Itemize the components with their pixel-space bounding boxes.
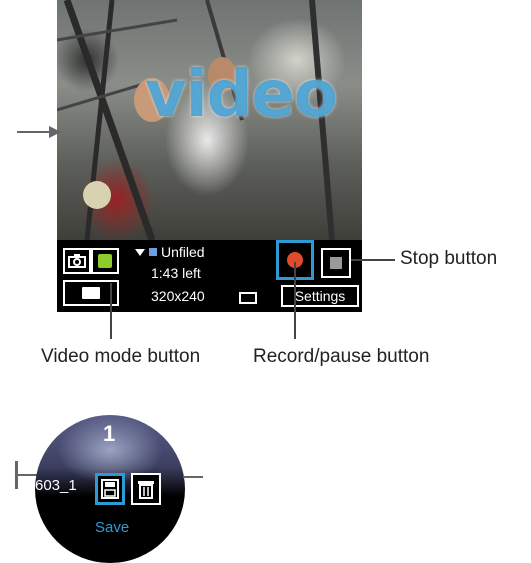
record-leader-line [294,262,296,339]
dropdown-triangle-icon [135,248,145,256]
photo-mode-button[interactable] [63,248,91,274]
zoom-right-leader [183,476,203,478]
album-icon [149,248,157,256]
zoom-detail: 1 603_1 Save [35,415,185,563]
floppy-disk-icon [101,479,119,499]
time-left: 1:43 left [151,265,201,281]
camera-screen: video Unfiled 1:43 left 320x240 Settings [57,0,362,312]
pointer-arrow-icon [17,126,61,138]
trash-icon [138,481,154,499]
record-pause-callout: Record/pause button [253,346,430,367]
video-mode-leader-line [110,283,112,339]
clip-filename: 603_1 [35,477,77,494]
resolution-label: 320x240 [151,288,205,304]
stop-leader-line [351,259,395,261]
video-mode-callout: Video mode button [41,346,201,367]
album-selector[interactable]: Unfiled [135,244,205,260]
save-label: Save [95,519,130,536]
stop-button[interactable] [321,248,351,278]
settings-button[interactable]: Settings [281,285,359,307]
save-button[interactable] [95,473,125,505]
viewfinder: video [57,0,362,240]
control-bar: Unfiled 1:43 left 320x240 Settings [57,240,362,312]
mode-watermark: video [145,58,338,132]
stop-square-icon [330,257,342,269]
zoom-left-leader [15,474,37,476]
album-name: Unfiled [161,244,205,260]
clip-counter: 1 [103,421,116,446]
delete-button[interactable] [131,473,161,505]
video-mode-button[interactable] [91,248,119,274]
video-camera-icon [98,254,112,268]
camera-icon [68,254,86,268]
battery-icon [239,292,257,304]
media-card-icon [82,287,100,299]
stop-callout: Stop button [400,248,498,269]
